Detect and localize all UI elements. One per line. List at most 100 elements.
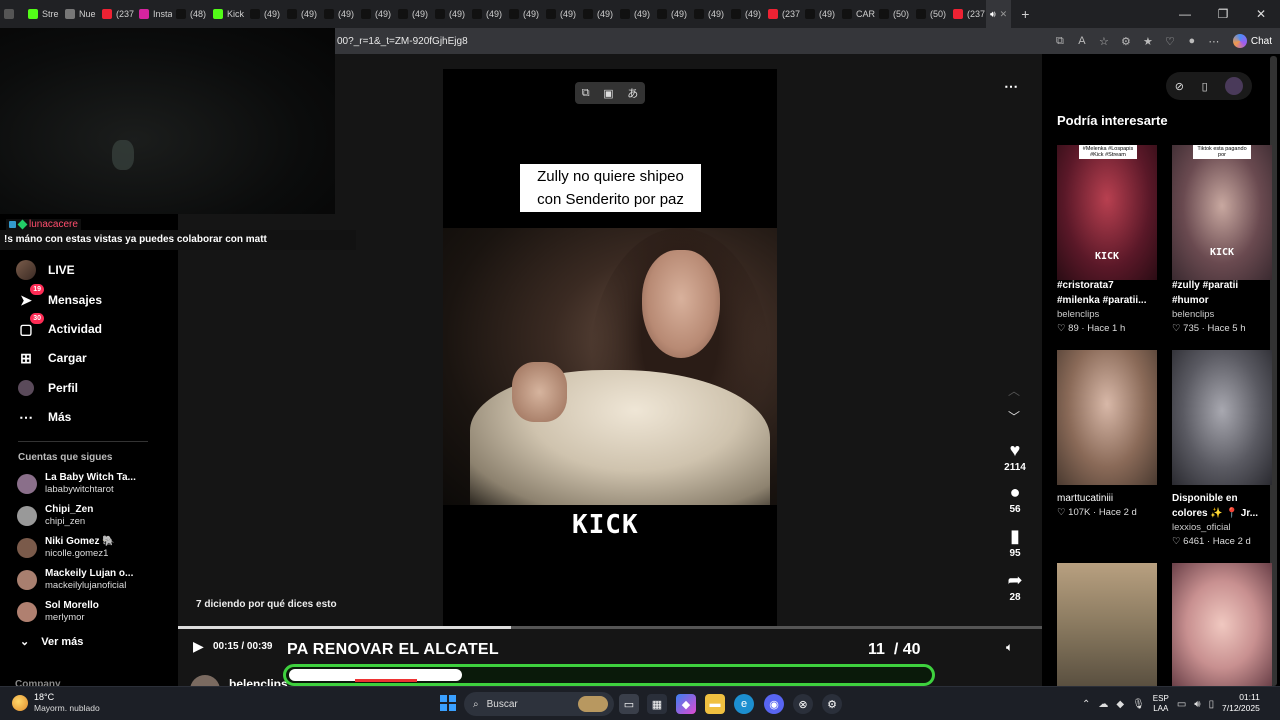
browser-tab[interactable]: (50) — [912, 0, 949, 28]
nav-mas[interactable]: ⋯ Más — [16, 405, 71, 429]
rec-card-info[interactable]: #zully #paratii #humor belenclips ♡ 735 … — [1172, 278, 1272, 336]
settings-icon[interactable]: ⚙ — [822, 694, 842, 714]
windows-start-icon[interactable] — [440, 695, 456, 711]
network-icon[interactable]: ◆ — [1116, 699, 1124, 710]
rec-thumbnail[interactable] — [1057, 350, 1157, 485]
new-tab-button[interactable]: + — [1011, 0, 1039, 28]
browser-tab[interactable]: (49) — [431, 0, 468, 28]
speaker-icon[interactable]: 🔊︎ — [1194, 699, 1200, 710]
rec-thumbnail[interactable] — [1057, 563, 1157, 686]
following-account[interactable]: Mackeily Lujan o... mackeilylujanoficial — [17, 566, 167, 594]
share-button[interactable]: ➦ 28 — [1000, 570, 1030, 603]
open-in-app-icon[interactable]: ⧉ — [1049, 35, 1071, 48]
rec-card-info[interactable]: marttucatiniii ♡ 107K · Hace 2 d — [1057, 491, 1162, 520]
following-account[interactable]: La Baby Witch Ta... lababywitchtarot — [17, 470, 167, 498]
taskbar-clock[interactable]: 01:11 7/12/2025 — [1222, 692, 1260, 714]
browser-tab[interactable]: (49) — [801, 0, 838, 28]
browser-tab[interactable]: (49) — [653, 0, 690, 28]
comment-button[interactable]: ● 56 — [1000, 482, 1030, 515]
rec-thumbnail[interactable] — [1172, 350, 1272, 485]
close-window-icon[interactable]: ✕ — [1242, 0, 1280, 28]
browser-tab[interactable]: (49) — [468, 0, 505, 28]
taskbar-search[interactable]: ⌕ Buscar — [464, 692, 614, 716]
miniplayer-icon[interactable]: ▣ — [603, 87, 613, 100]
chevron-up-icon[interactable]: ⌃ — [1082, 699, 1090, 710]
browser-tab[interactable]: (49) — [246, 0, 283, 28]
edge-icon[interactable]: e — [734, 694, 754, 714]
browser-tab[interactable]: (49) — [320, 0, 357, 28]
save-button[interactable]: ▮ 95 — [1000, 526, 1030, 559]
audio-icon[interactable]: 🔊︎ — [990, 9, 996, 20]
phone-icon[interactable]: ▯ — [1202, 80, 1208, 93]
following-account[interactable]: Niki Gomez 🐘 nicolle.gomez1 — [17, 534, 167, 562]
rec-thumbnail[interactable]: Tiktok esta pagando por KICK — [1172, 145, 1272, 280]
browser-tab[interactable]: (50) — [875, 0, 912, 28]
like-button[interactable]: ♥ 2114 — [1000, 440, 1030, 473]
url-field[interactable]: 00?_r=1&_t=ZM-920fGjhEjg8 — [335, 36, 1049, 47]
copilot-app-icon[interactable]: ◆ — [676, 694, 696, 714]
compass-icon[interactable]: ⊘ — [1175, 80, 1184, 93]
profile-avatar-icon[interactable]: ● — [1181, 35, 1203, 47]
display-icon[interactable]: ▭ — [1177, 699, 1186, 710]
browser-tab[interactable]: Nue — [61, 0, 98, 28]
following-account[interactable]: Chipi_Zen chipi_zen — [17, 502, 167, 530]
close-tab-icon[interactable]: ✕ — [1000, 9, 1008, 20]
volume-icon[interactable]: 🔈︎ — [1006, 640, 1013, 655]
rec-card-info[interactable]: #cristorata7 #milenka #paratii... belenc… — [1057, 278, 1162, 336]
following-account[interactable]: Sol Morello merlymor — [17, 598, 167, 626]
browser-tab[interactable]: (49) — [283, 0, 320, 28]
browser-tab[interactable]: (237 — [949, 0, 986, 28]
favorites-icon[interactable]: ★ — [1137, 35, 1159, 48]
browser-tab[interactable]: (237 — [764, 0, 801, 28]
rec-card-info[interactable]: Disponible en colores ✨ 📍 Jr... lexxios_… — [1172, 491, 1272, 549]
next-video-icon[interactable]: ﹀ — [1008, 408, 1020, 425]
task-view-icon[interactable]: ▭ — [619, 694, 639, 714]
browser-tab[interactable]: CAR — [838, 0, 875, 28]
maximize-icon[interactable]: ❐ — [1204, 0, 1242, 28]
play-icon[interactable]: ▶ — [193, 638, 204, 655]
rec-thumbnail[interactable]: #Melenka #Lospapis #Kick #Stream KICK — [1057, 145, 1157, 280]
browser-tab[interactable]: (49) — [357, 0, 394, 28]
nav-mensajes[interactable]: ➤ 19 Mensajes — [16, 284, 102, 312]
see-more-link[interactable]: ⌄ Ver más — [20, 635, 83, 649]
settings-more-icon[interactable]: ⋯ — [1203, 35, 1225, 48]
nav-live[interactable]: LIVE — [16, 258, 75, 282]
browser-tab[interactable]: (49) — [727, 0, 764, 28]
copilot-chat-button[interactable]: Chat — [1225, 34, 1280, 48]
translate-icon[interactable]: あ — [627, 85, 638, 101]
active-tab[interactable]: 🔊︎ ✕ — [986, 0, 1012, 28]
file-explorer-icon[interactable]: ▬ — [705, 694, 725, 714]
browser-tab[interactable]: (48) — [172, 0, 209, 28]
xbox-icon[interactable]: ⊗ — [793, 694, 813, 714]
browser-tab[interactable]: Stre — [24, 0, 61, 28]
more-options-icon[interactable]: ⋯ — [1004, 78, 1018, 95]
nav-actividad[interactable]: ▢ 30 Actividad — [16, 313, 102, 341]
language-indicator[interactable]: ESP LAA — [1153, 694, 1169, 714]
read-aloud-icon[interactable]: A — [1071, 35, 1093, 47]
user-avatar[interactable] — [1225, 77, 1244, 95]
previous-video-icon[interactable]: ︿ — [1008, 382, 1020, 399]
browser-tab[interactable]: (49) — [690, 0, 727, 28]
browser-tab[interactable]: Kick — [209, 0, 246, 28]
microphone-icon[interactable]: 🎙︎ — [1132, 699, 1145, 710]
battery-icon[interactable]: ▯ — [1209, 699, 1215, 710]
browser-tab[interactable]: (49) — [616, 0, 653, 28]
nav-cargar[interactable]: ⊞ Cargar — [16, 346, 87, 370]
weather-widget[interactable]: 18°C Mayorm. nublado — [12, 692, 100, 714]
minimize-icon[interactable]: — — [1166, 0, 1204, 28]
nav-perfil[interactable]: Perfil — [16, 376, 78, 400]
extension-icon[interactable]: ⚙ — [1115, 35, 1137, 48]
browser-tab[interactable]: (237 — [98, 0, 135, 28]
discord-icon[interactable]: ◉ — [764, 694, 784, 714]
pip-icon[interactable]: ⧉ — [582, 87, 590, 100]
browser-tab[interactable] — [0, 0, 24, 28]
browser-tab[interactable]: (49) — [579, 0, 616, 28]
rec-thumbnail[interactable] — [1172, 563, 1272, 686]
browser-tab[interactable]: (49) — [542, 0, 579, 28]
store-icon[interactable]: ▦ — [647, 694, 667, 714]
browser-tab[interactable]: (49) — [505, 0, 542, 28]
collections-icon[interactable]: ♡ — [1159, 35, 1181, 48]
favorite-star-icon[interactable]: ☆ — [1093, 35, 1115, 48]
browser-tab[interactable]: Insta — [135, 0, 172, 28]
onedrive-icon[interactable]: ☁ — [1098, 699, 1108, 710]
